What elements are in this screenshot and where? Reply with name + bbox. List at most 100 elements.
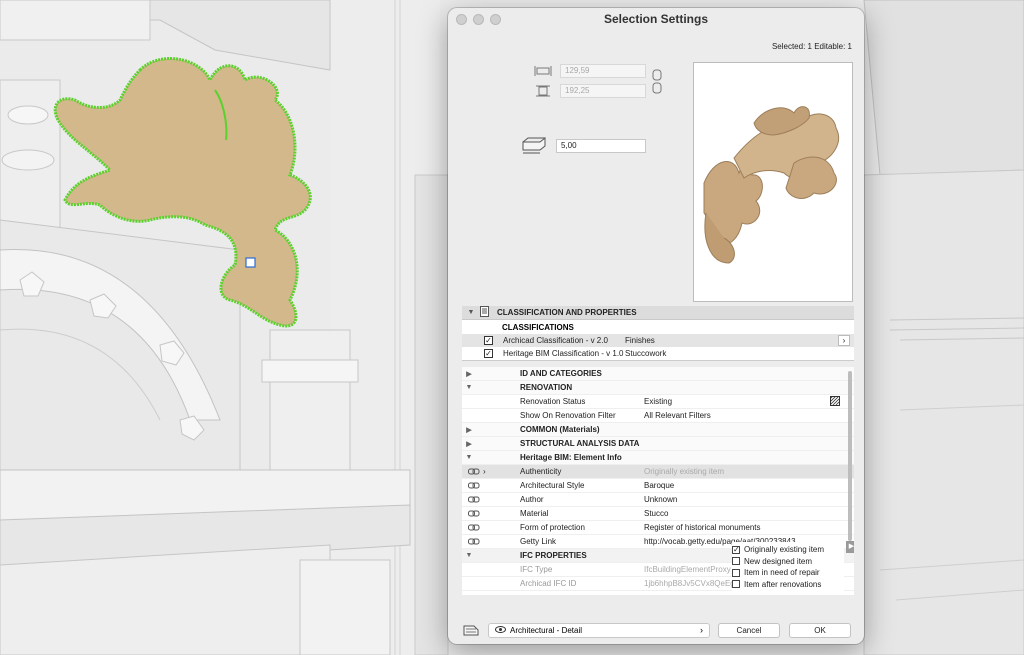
classification-row[interactable]: ✓ Archicad Classification - v 2.0 Finish… xyxy=(462,334,854,347)
property-row[interactable]: Renovation Status Existing xyxy=(462,395,854,409)
properties-list: ▶ ID AND CATEGORIES ▼ RENOVATION Renovat… xyxy=(462,367,854,595)
link-ratio-icon[interactable] xyxy=(652,68,662,101)
link-property-icon xyxy=(462,524,520,532)
expand-triangle-icon[interactable]: ▶ xyxy=(462,440,476,448)
link-property-icon: › xyxy=(462,467,506,476)
classification-row[interactable]: ✓ Heritage BIM Classification - v 1.0 St… xyxy=(462,347,854,360)
classification-value: Finishes xyxy=(625,336,655,345)
group-id-categories[interactable]: ▶ ID AND CATEGORIES xyxy=(462,367,854,381)
classification-value: Stuccowork xyxy=(625,349,667,358)
window-controls xyxy=(456,14,501,25)
group-common[interactable]: ▶ COMMON (Materials) xyxy=(462,423,854,437)
property-row[interactable]: Architectural Style Baroque xyxy=(462,479,854,493)
option-label: Item in need of repair xyxy=(744,568,820,578)
property-value[interactable]: Baroque xyxy=(644,481,854,490)
collapse-triangle-icon[interactable]: ▼ xyxy=(462,454,476,461)
depth-row: 192,25 xyxy=(534,84,646,98)
property-key: Getty Link xyxy=(520,537,557,546)
zoom-window-button[interactable] xyxy=(490,14,501,25)
option-checkbox[interactable] xyxy=(732,580,740,589)
option-originally-existing[interactable]: ✓ Originally existing item xyxy=(732,544,844,556)
option-label: Item after renovations xyxy=(744,579,822,589)
link-property-icon xyxy=(462,482,520,490)
expand-triangle-icon[interactable]: ▶ xyxy=(462,426,476,434)
width-row: 129,59 xyxy=(534,64,646,78)
dialog-footer: Architectural - Detail › Cancel OK xyxy=(448,616,864,644)
dropdown-arrow-icon[interactable]: ▶ xyxy=(846,541,854,553)
group-label: ID AND CATEGORIES xyxy=(520,369,602,378)
object-preview[interactable] xyxy=(693,62,853,302)
property-value[interactable]: Existing xyxy=(644,397,830,406)
property-key: Form of protection xyxy=(520,523,585,532)
property-value[interactable]: Unknown xyxy=(644,495,854,504)
minimize-window-button[interactable] xyxy=(473,14,484,25)
authenticity-options-dropdown[interactable]: ✓ Originally existing item New designed i… xyxy=(732,542,844,594)
property-row[interactable]: Show On Renovation Filter All Relevant F… xyxy=(462,409,854,423)
width-field[interactable]: 129,59 xyxy=(560,64,646,78)
cancel-button[interactable]: Cancel xyxy=(718,622,780,638)
classification-system: Heritage BIM Classification - v 1.0 xyxy=(503,349,624,358)
selection-count: Selected: 1 Editable: 1 xyxy=(771,42,852,51)
link-property-icon xyxy=(462,538,520,546)
classification-system: Archicad Classification - v 2.0 xyxy=(503,336,608,345)
height-row: 5,00 xyxy=(520,136,646,156)
favorite-label: Architectural - Detail xyxy=(510,625,583,635)
close-window-button[interactable] xyxy=(456,14,467,25)
eye-icon xyxy=(495,625,506,635)
property-key: Author xyxy=(520,495,544,504)
classifications-title: CLASSIFICATIONS xyxy=(502,323,574,332)
option-need-repair[interactable]: Item in need of repair xyxy=(732,567,844,579)
group-heritage[interactable]: ▼ Heritage BIM: Element Info xyxy=(462,451,854,465)
option-checkbox[interactable] xyxy=(732,557,740,566)
property-value[interactable]: All Relevant Filters xyxy=(644,411,854,420)
property-key: Archicad IFC ID xyxy=(520,579,577,588)
property-value[interactable]: Stucco xyxy=(644,509,854,518)
group-label: IFC PROPERTIES xyxy=(520,551,587,560)
group-structural[interactable]: ▶ STRUCTURAL ANALYSIS DATA xyxy=(462,437,854,451)
link-property-icon xyxy=(462,510,520,518)
depth-dimension-icon xyxy=(534,84,552,98)
property-key: Architectural Style xyxy=(520,481,585,490)
height-field[interactable]: 5,00 xyxy=(556,139,646,153)
group-label: COMMON (Materials) xyxy=(520,425,600,434)
property-key: Material xyxy=(520,509,549,518)
favorite-selector[interactable]: Architectural - Detail › xyxy=(488,622,710,638)
group-label: RENOVATION xyxy=(520,383,573,392)
width-dimension-icon xyxy=(534,64,552,78)
section-title: CLASSIFICATION AND PROPERTIES xyxy=(497,308,637,317)
option-checkbox[interactable]: ✓ xyxy=(732,545,740,554)
property-key: IFC Type xyxy=(520,565,553,574)
ok-button[interactable]: OK xyxy=(789,622,851,638)
property-value[interactable]: Originally existing item xyxy=(644,467,854,476)
collapse-triangle-icon[interactable]: ▼ xyxy=(462,552,476,559)
group-renovation[interactable]: ▼ RENOVATION xyxy=(462,381,854,395)
collapse-triangle-icon[interactable]: ▼ xyxy=(462,309,480,316)
expand-triangle-icon[interactable]: ▶ xyxy=(462,370,476,378)
property-row[interactable]: Form of protection Register of historica… xyxy=(462,521,854,535)
properties-panel: ▼ CLASSIFICATION AND PROPERTIES CLASSIFI… xyxy=(462,306,854,595)
title-bar[interactable]: Selection Settings xyxy=(448,8,864,30)
property-row[interactable]: Author Unknown xyxy=(462,493,854,507)
classification-checkbox[interactable]: ✓ xyxy=(484,336,493,345)
properties-scrollbar[interactable] xyxy=(848,371,852,541)
option-label: Originally existing item xyxy=(744,545,825,555)
selection-settings-dialog: Selection Settings Selected: 1 Editable:… xyxy=(448,8,864,644)
property-key: Renovation Status xyxy=(520,397,586,406)
ornament-preview-image xyxy=(703,106,840,264)
option-after-renovations[interactable]: Item after renovations xyxy=(732,579,844,591)
classification-checkbox[interactable]: ✓ xyxy=(484,349,493,358)
property-value[interactable]: Register of historical monuments xyxy=(644,523,854,532)
property-key: Authenticity xyxy=(520,467,562,476)
favorites-icon[interactable] xyxy=(462,623,482,637)
collapse-triangle-icon[interactable]: ▼ xyxy=(462,384,476,391)
property-row[interactable]: Material Stucco xyxy=(462,507,854,521)
classification-properties-header[interactable]: ▼ CLASSIFICATION AND PROPERTIES xyxy=(462,306,854,320)
depth-field[interactable]: 192,25 xyxy=(560,84,646,98)
chevron-right-icon[interactable]: › xyxy=(838,335,850,346)
option-new-designed[interactable]: New designed item xyxy=(732,556,844,568)
chevron-right-icon: › xyxy=(700,625,703,635)
option-label: New designed item xyxy=(744,556,813,566)
property-row-authenticity[interactable]: › Authenticity Originally existing item xyxy=(462,465,854,479)
option-checkbox[interactable] xyxy=(732,568,740,577)
group-label: STRUCTURAL ANALYSIS DATA xyxy=(520,439,640,448)
